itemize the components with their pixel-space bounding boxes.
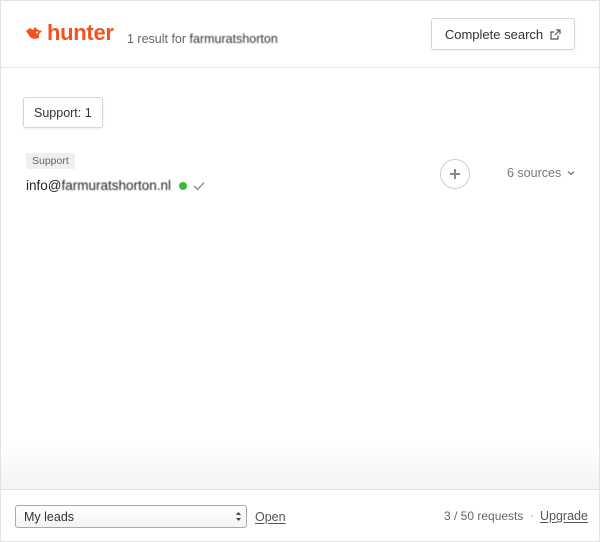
hunter-logo[interactable]: hunter — [25, 21, 114, 45]
requests-counter: 3 / 50 requests — [444, 509, 524, 523]
plus-icon — [450, 169, 460, 179]
complete-search-button[interactable]: Complete search — [431, 18, 575, 50]
upgrade-link[interactable]: Upgrade — [540, 509, 588, 523]
leads-list-select[interactable]: My leads — [15, 505, 247, 528]
result-domain: farmuratshorton — [189, 32, 278, 46]
open-leads-link[interactable]: Open — [255, 510, 286, 524]
email-address[interactable]: info@farmuratshorton.nl — [26, 178, 171, 193]
hunter-popup: hunter 1 result for farmuratshorton Comp… — [0, 0, 600, 542]
external-link-icon — [550, 28, 561, 40]
bottom-fade — [1, 441, 599, 489]
email-prefix: info@ — [26, 178, 62, 193]
footer: My leads Open 3 / 50 requests · Upgrade — [1, 489, 599, 541]
result-summary: 1 result for farmuratshorton — [127, 32, 278, 46]
email-domain: farmuratshorton.nl — [61, 178, 172, 193]
separator-dot: · — [530, 508, 534, 522]
add-to-leads-button[interactable] — [440, 159, 470, 189]
leads-select-value: My leads — [24, 509, 75, 524]
verified-dot-icon — [179, 181, 188, 190]
sources-toggle[interactable]: 6 sources — [507, 166, 575, 180]
email-row: info@farmuratshorton.nl — [26, 178, 205, 193]
brand-name: hunter — [47, 20, 114, 45]
header: hunter 1 result for farmuratshorton Comp… — [1, 1, 599, 68]
sources-label: 6 sources — [507, 166, 562, 180]
complete-search-label: Complete search — [444, 26, 544, 42]
department-filter-button[interactable]: Support: 1 — [23, 97, 103, 128]
select-arrows-icon — [236, 512, 241, 521]
check-icon — [193, 181, 205, 191]
result-count-text: 1 result for — [127, 32, 187, 46]
department-tag: Support — [26, 153, 75, 169]
fox-logo-icon — [26, 27, 42, 39]
chevron-down-icon — [567, 171, 575, 176]
